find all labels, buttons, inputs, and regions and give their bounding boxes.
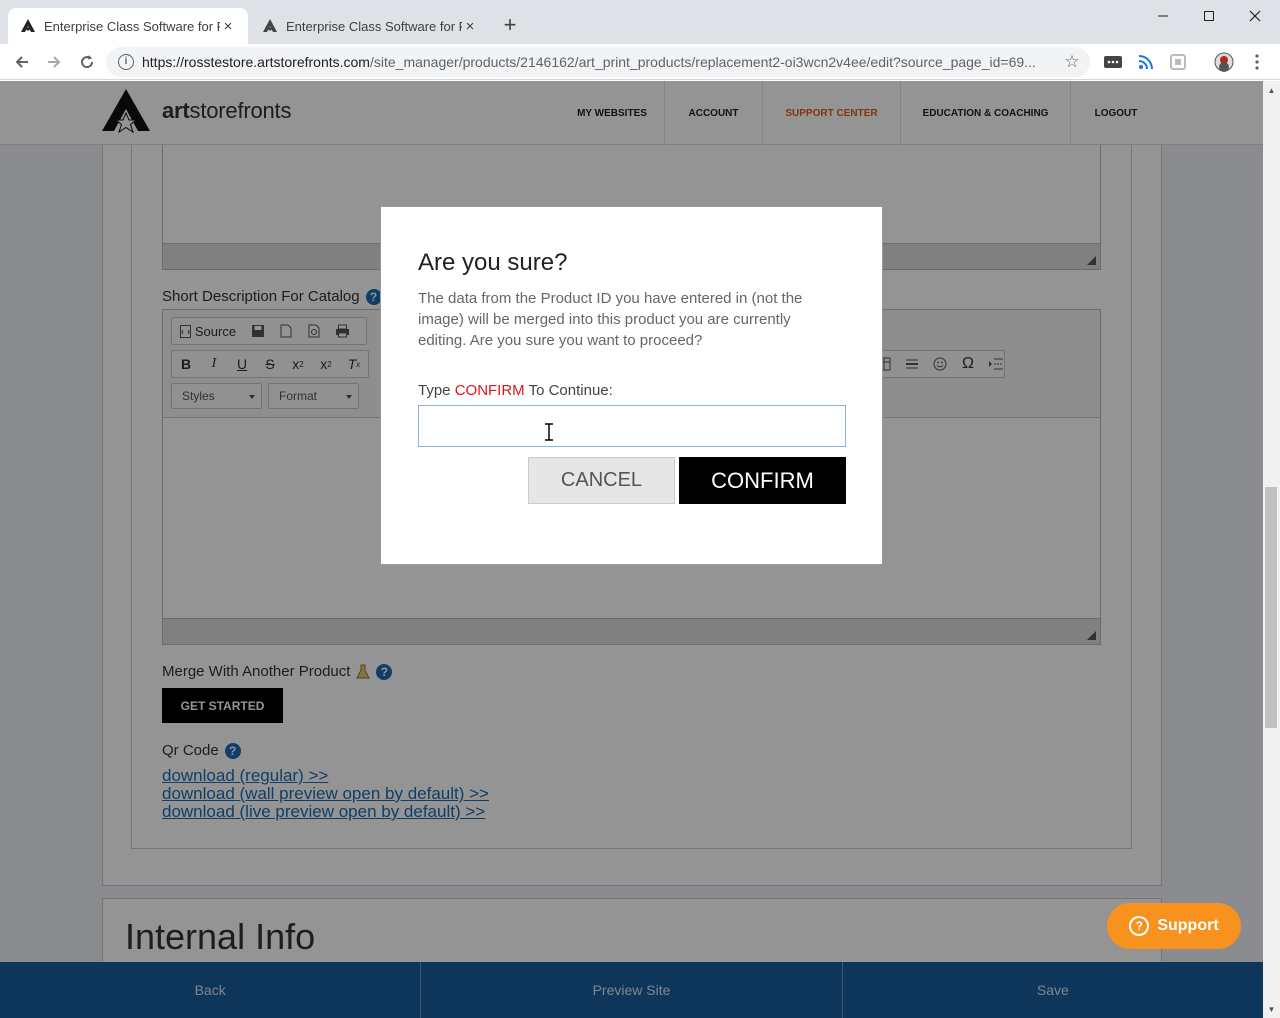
tab-title: Enterprise Class Software for Print — [44, 18, 220, 34]
confirm-input-label: Type CONFIRM To Continue: — [418, 382, 613, 399]
new-tab-icon[interactable]: + — [498, 14, 522, 38]
maximize-icon[interactable] — [1186, 4, 1232, 28]
site-info-icon[interactable]: i — [118, 54, 134, 70]
scroll-up-arrow-icon[interactable]: ▲ — [1263, 83, 1280, 97]
forward-arrow-icon[interactable] — [42, 50, 66, 74]
confirm-merge-dialog: Are you sure? The data from the Product … — [380, 206, 883, 565]
browser-tab-2[interactable]: Enterprise Class Software for Print × — [250, 8, 490, 44]
question-icon: ? — [1129, 916, 1150, 936]
confirm-button[interactable]: CONFIRM — [679, 457, 846, 504]
scroll-down-arrow-icon[interactable]: ▼ — [1263, 1002, 1280, 1016]
browser-toolbar: i https://rosstestore.artstorefronts.com… — [0, 44, 1280, 80]
url-text: https://rosstestore.artstorefronts.com/s… — [142, 54, 1036, 70]
window-close-icon[interactable] — [1232, 4, 1278, 28]
confirm-text-input[interactable] — [418, 405, 846, 447]
browser-menu-icon[interactable] — [1247, 52, 1267, 72]
tab-close-icon[interactable]: × — [220, 18, 236, 35]
minimize-icon[interactable] — [1140, 4, 1186, 28]
extension-rss-icon[interactable] — [1136, 52, 1156, 72]
scrollbar-thumb[interactable] — [1265, 487, 1277, 728]
address-bar[interactable]: i https://rosstestore.artstorefronts.com… — [106, 47, 1090, 77]
dialog-title: Are you sure? — [418, 249, 568, 276]
dialog-message: The data from the Product ID you have en… — [418, 290, 803, 349]
text-cursor-icon — [545, 423, 553, 441]
support-widget-button[interactable]: ? Support — [1107, 903, 1241, 949]
profile-avatar-icon[interactable] — [1214, 52, 1234, 72]
browser-tab-1[interactable]: Enterprise Class Software for Print × — [8, 8, 248, 44]
back-arrow-icon[interactable] — [10, 50, 34, 74]
support-label: Support — [1157, 917, 1219, 934]
tab-close-icon[interactable]: × — [462, 18, 478, 35]
browser-tab-strip: Enterprise Class Software for Print × En… — [0, 0, 1280, 44]
reload-icon[interactable] — [75, 50, 99, 74]
bookmark-star-icon[interactable]: ☆ — [1060, 52, 1084, 72]
artstorefronts-favicon-icon — [262, 18, 278, 34]
tab-title: Enterprise Class Software for Print — [286, 18, 462, 34]
extension-password-icon[interactable] — [1103, 52, 1123, 72]
artstorefronts-favicon-icon — [20, 18, 36, 34]
cancel-button[interactable]: CANCEL — [528, 457, 675, 504]
extension-gray-icon[interactable] — [1168, 52, 1188, 72]
